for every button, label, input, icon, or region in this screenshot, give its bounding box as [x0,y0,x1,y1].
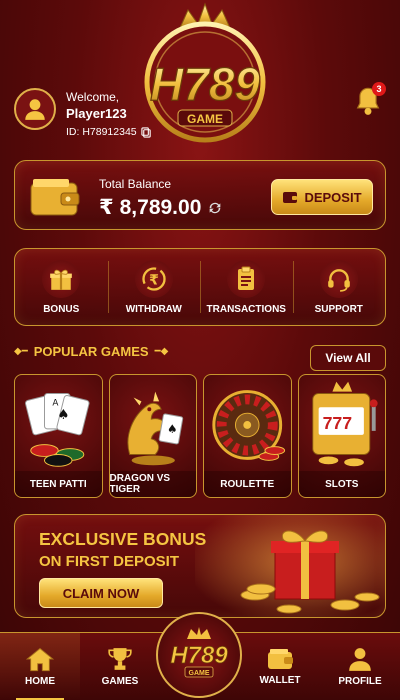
action-withdraw[interactable]: ₹ WITHDRAW [107,249,201,325]
svg-text:♠: ♠ [167,422,178,436]
home-icon [26,647,54,672]
clipboard-icon [238,266,255,290]
dragon-icon: ♠ [127,391,183,466]
games-row: A ♠ TEEN PATTI ♠ DRAGON VS TIGER ROULETT… [14,374,386,498]
game-label: SLOTS [298,471,385,497]
username: Player123 [66,106,127,121]
svg-text:H789: H789 [170,642,228,669]
balance-value: 8,789.00 [119,195,202,219]
trophy-icon [108,648,132,670]
bonus-title: EXCLUSIVE BONUS [39,529,207,549]
arrow-icon: ━◆ [154,346,169,357]
action-label: SUPPORT [314,303,363,315]
svg-text:777: 777 [322,413,352,433]
nav-label: HOME [25,676,55,687]
wallet-icon [30,179,80,216]
nav-center-logo-button[interactable]: H789 GAME [156,612,242,698]
svg-text:GAME: GAME [189,670,210,677]
cards-chips-icon: A ♠ [24,393,90,467]
action-bonus[interactable]: BONUS [15,249,108,325]
game-dragon-vs-tiger[interactable]: ♠ DRAGON VS TIGER [108,374,197,498]
person-icon [349,648,371,671]
claim-now-button[interactable]: CLAIM NOW [39,578,163,608]
welcome-text: Welcome, [66,90,120,104]
person-icon [25,99,45,120]
game-teen-patti[interactable]: A ♠ TEEN PATTI [14,374,103,498]
section-title: POPULAR GAMES [33,344,149,359]
svg-text:♠: ♠ [57,407,69,423]
currency-symbol: ₹ [99,196,114,219]
nav-wallet[interactable]: WALLET [240,633,320,700]
wallet-icon [283,192,298,203]
h789-logo: H789 GAME [144,2,266,143]
nav-home[interactable]: HOME [0,633,80,700]
nav-label: GAMES [101,676,139,687]
view-all-button[interactable]: View All [310,345,386,371]
exclusive-bonus-banner[interactable]: EXCLUSIVE BONUS ON FIRST DEPOSIT CLAIM N… [14,514,386,618]
refresh-icon[interactable] [207,200,223,216]
copy-icon[interactable] [141,126,152,138]
game-label: TEEN PATTI [15,471,102,497]
roulette-icon [212,390,286,461]
action-transactions[interactable]: TRANSACTIONS [200,249,293,325]
game-slots[interactable]: 777 SLOTS [297,374,386,498]
nav-games[interactable]: GAMES [80,633,160,700]
game-label: DRAGON VS TIGER [109,471,196,497]
h789-logo: H789 GAME [170,627,229,678]
balance-amount: ₹ 8,789.00 [99,195,223,220]
svg-text:₹: ₹ [149,272,159,288]
quick-actions: BONUS ₹ WITHDRAW TRANSACTIONS SUPPORT [14,248,386,326]
action-support[interactable]: SUPPORT [292,249,386,325]
user-id: ID: H78912345 [66,126,152,138]
balance-label: Total Balance [99,177,172,191]
arrow-icon: ◆━ [14,346,28,357]
nav-label: WALLET [259,675,301,686]
deposit-button[interactable]: DEPOSIT [271,179,373,215]
game-roulette[interactable]: ROULETTE [203,374,292,498]
action-label: WITHDRAW [125,303,182,315]
rupee-cycle-icon: ₹ [142,266,166,291]
gift-icon [195,515,385,617]
deposit-label: DEPOSIT [304,189,362,205]
nav-profile[interactable]: PROFILE [320,633,400,700]
headset-icon [327,268,350,292]
gift-icon [50,269,73,290]
slot-machine-icon: 777 [311,381,378,467]
avatar[interactable] [14,88,56,130]
game-label: ROULETTE [204,471,291,497]
notification-badge: 3 [372,82,386,96]
action-label: TRANSACTIONS [206,303,286,315]
action-label: BONUS [43,303,80,315]
svg-text:GAME: GAME [187,112,223,126]
popular-games-heading: ◆━ POPULAR GAMES ━◆ [14,344,168,359]
nav-label: PROFILE [338,676,382,687]
wallet-icon [268,649,293,669]
user-id-text: ID: H78912345 [66,126,137,138]
svg-text:H789: H789 [150,58,260,110]
balance-card: Total Balance ₹ 8,789.00 DEPOSIT [14,160,386,230]
bonus-subtitle: ON FIRST DEPOSIT [39,553,180,570]
